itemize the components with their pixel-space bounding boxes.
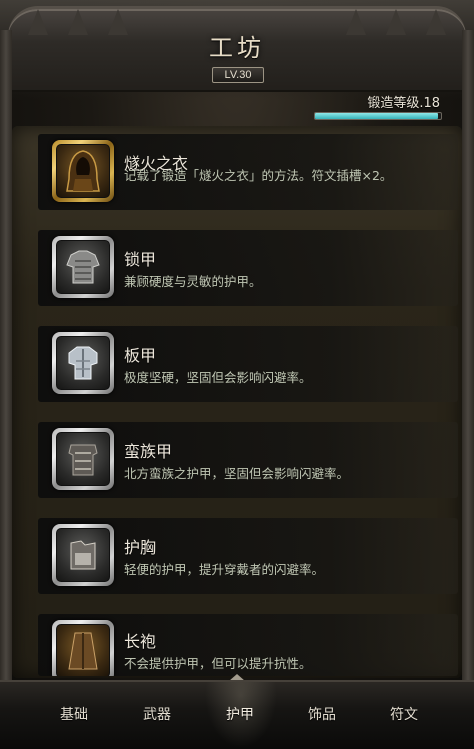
plate-armor-icon xyxy=(56,336,110,390)
recipe-name: 锁甲 xyxy=(124,250,157,269)
robe-icon xyxy=(56,624,110,676)
chainmail-armor-icon xyxy=(56,240,110,294)
left-frame xyxy=(0,30,12,680)
recipe-name: 蛮族甲 xyxy=(124,442,173,461)
recipe-item-barbarian-armor[interactable]: 蛮族甲 北方蛮族之护甲，坚固但会影响闪避率。 xyxy=(38,422,458,498)
recipe-item-robe[interactable]: 长袍 不会提供护甲，但可以提升抗性。 xyxy=(38,614,458,676)
forge-progress-fill xyxy=(315,113,439,119)
tab-runes[interactable]: 符文 xyxy=(364,704,444,724)
recipe-item-breastplate[interactable]: 护胸 轻便的护甲，提升穿戴者的闪避率。 xyxy=(38,518,458,594)
recipe-item-chainmail[interactable]: 锁甲 兼顾硬度与灵敏的护甲。 xyxy=(38,230,458,306)
recipe-desc: 不会提供护甲，但可以提升抗性。 xyxy=(124,656,312,671)
hooded-cloak-icon xyxy=(56,144,110,198)
recipe-item-fire-cloak[interactable]: 燧火之衣 记载了锻造「燧火之衣」的方法。符文插槽×2。 xyxy=(38,134,458,210)
barbarian-armor-icon xyxy=(56,432,110,486)
recipe-desc: 兼顾硬度与灵敏的护甲。 xyxy=(124,274,262,289)
forge-level-label: 锻造等级.18 xyxy=(367,96,440,111)
tab-accessories[interactable]: 饰品 xyxy=(282,704,362,724)
recipe-item-plate-armor[interactable]: 板甲 极度坚硬，坚固但会影响闪避率。 xyxy=(38,326,458,402)
recipe-desc: 轻便的护甲，提升穿戴者的闪避率。 xyxy=(124,562,325,577)
recipe-name: 板甲 xyxy=(124,346,157,365)
recipe-desc: 记载了锻造「燧火之衣」的方法。符文插槽×2。 xyxy=(124,168,393,183)
recipe-desc: 北方蛮族之护甲，坚固但会影响闪避率。 xyxy=(124,466,350,481)
forge-progress-bar xyxy=(314,112,442,120)
level-badge: LV.30 xyxy=(212,67,264,83)
tab-weapons[interactable]: 武器 xyxy=(117,704,197,724)
tab-armor[interactable]: 护甲 xyxy=(200,704,280,724)
tab-basic[interactable]: 基础 xyxy=(34,704,114,724)
category-tabbar: 基础 武器 护甲 饰品 符文 xyxy=(0,680,474,749)
breastplate-icon xyxy=(56,528,110,582)
recipe-name: 长袍 xyxy=(124,632,157,651)
recipe-desc: 极度坚硬，坚固但会影响闪避率。 xyxy=(124,370,312,385)
right-frame xyxy=(462,30,474,680)
recipe-name: 护胸 xyxy=(124,538,157,557)
page-title: 工坊 xyxy=(209,34,265,62)
